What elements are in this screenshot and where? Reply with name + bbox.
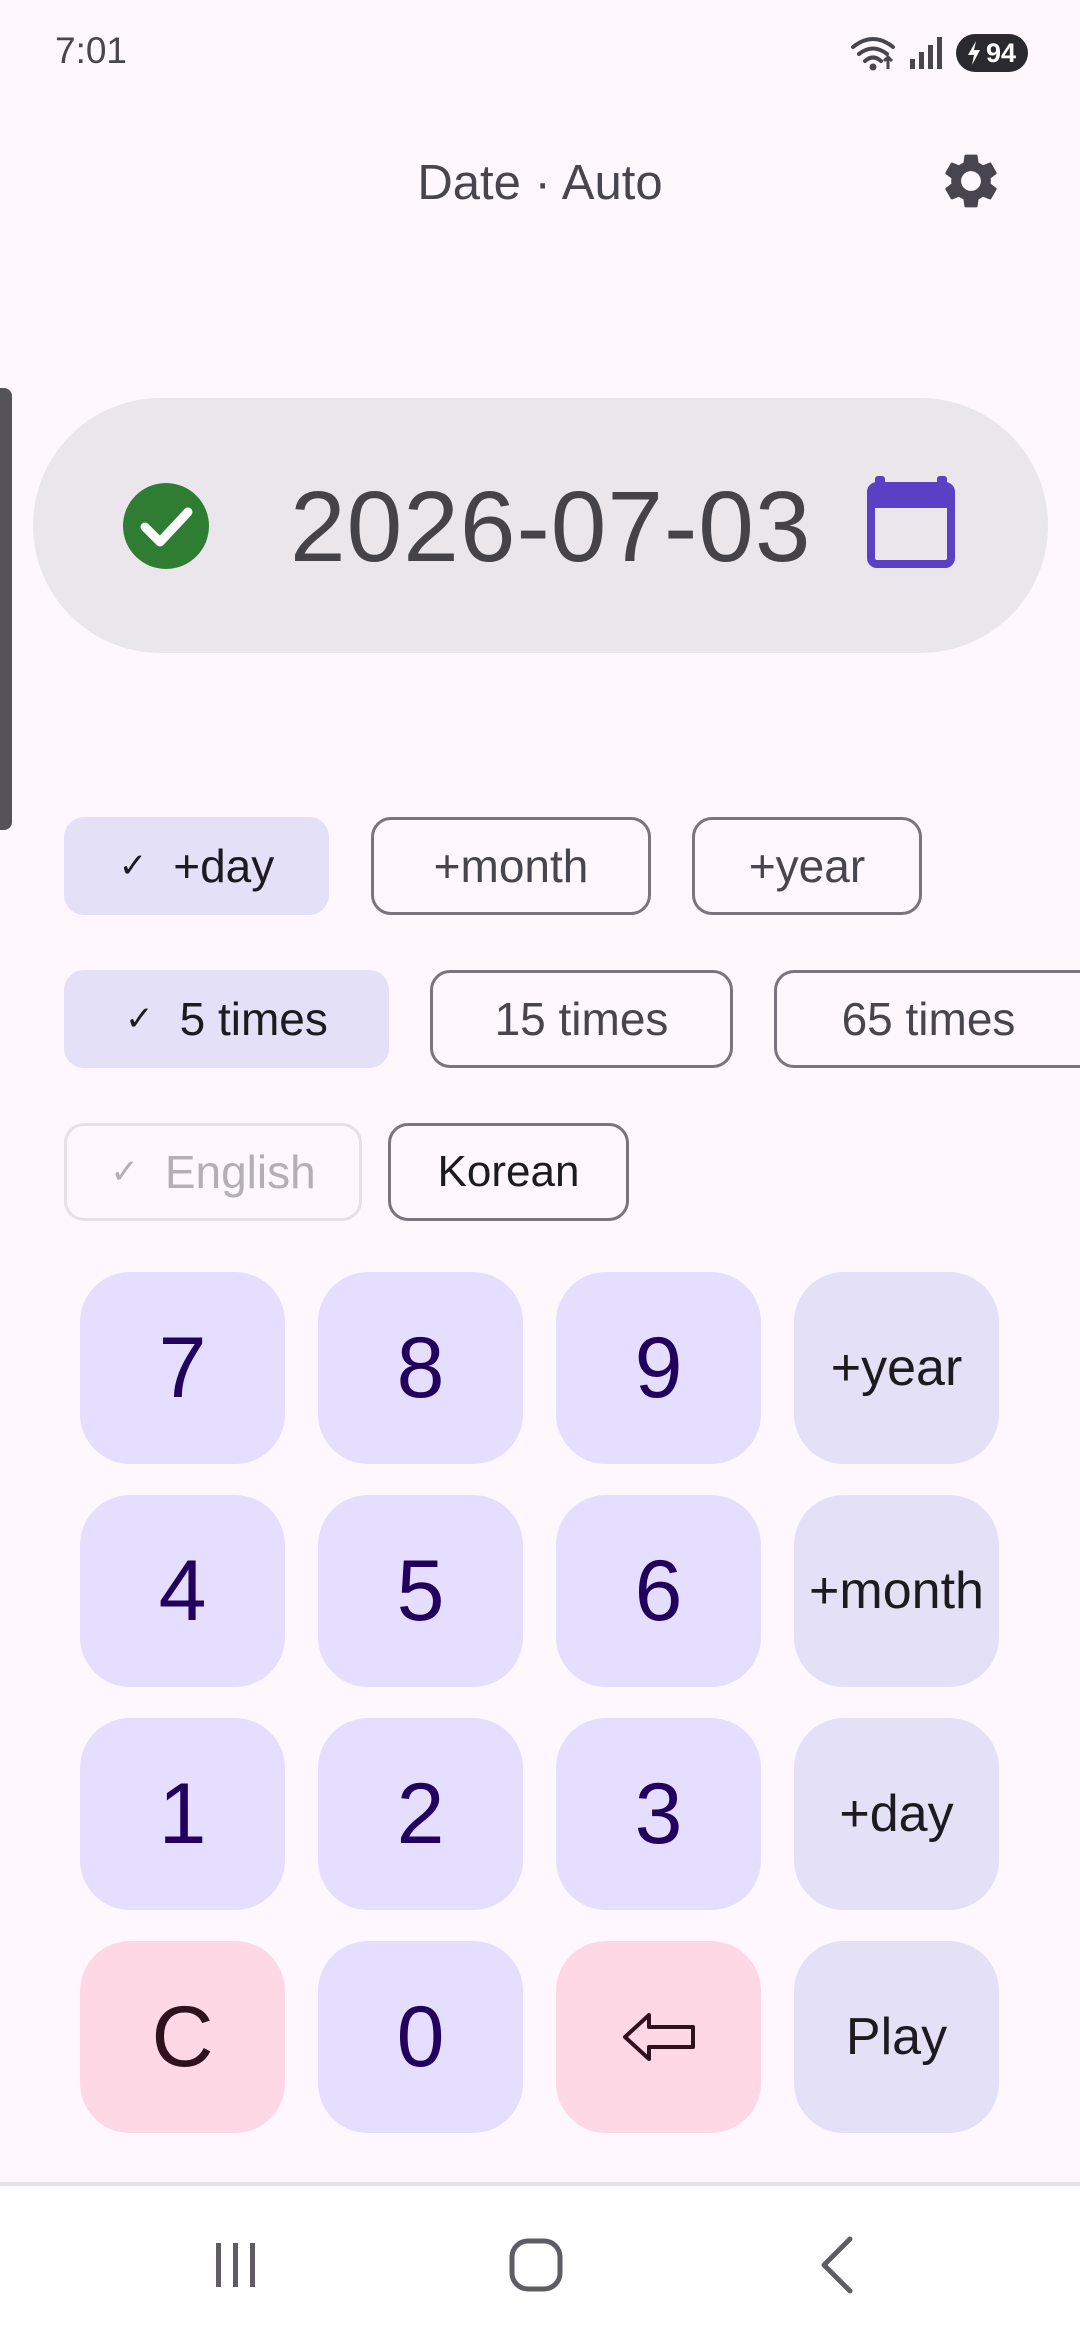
chip-label: 65 times [841,993,1016,1045]
chip-unit-year[interactable]: +year [692,817,922,915]
calendar-icon[interactable] [865,476,957,568]
key-add-year[interactable]: +year [794,1272,999,1464]
chip-language-english[interactable]: ✓ English [64,1123,362,1221]
status-icons: 94 [850,34,1028,72]
home-button[interactable] [491,2230,581,2300]
home-icon [509,2238,563,2292]
key-4[interactable]: 4 [80,1495,285,1687]
key-add-day[interactable]: +day [794,1718,999,1910]
key-clear[interactable]: C [80,1941,285,2133]
check-circle-icon [123,483,209,569]
chip-label: 15 times [494,993,669,1045]
battery-indicator: 94 [955,34,1028,72]
key-7[interactable]: 7 [80,1272,285,1464]
key-0[interactable]: 0 [318,1941,523,2133]
wifi-icon [850,37,895,71]
recent-apps-icon [216,2243,255,2287]
battery-level: 94 [985,37,1016,68]
key-5[interactable]: 5 [318,1495,523,1687]
chip-label: 5 times [179,993,328,1045]
key-8[interactable]: 8 [318,1272,523,1464]
check-icon: ✓ [125,1000,154,1038]
recent-apps-button[interactable] [191,2230,281,2300]
gear-icon [945,154,997,208]
edge-panel-handle[interactable] [0,388,12,830]
chip-language-korean[interactable]: Korean [388,1123,629,1221]
key-2[interactable]: 2 [318,1718,523,1910]
chip-times-15[interactable]: 15 times [430,970,733,1068]
backspace-arrow-icon [622,2013,695,2061]
chip-label: +month [433,840,589,892]
key-3[interactable]: 3 [556,1718,761,1910]
chip-unit-month[interactable]: +month [371,817,651,915]
back-icon [821,2236,853,2294]
settings-button[interactable] [935,145,1007,217]
chip-unit-day[interactable]: ✓ +day [64,817,329,915]
signal-icon [909,37,942,69]
status-time: 7:01 [55,30,128,71]
check-icon: ✓ [110,1153,139,1191]
key-9[interactable]: 9 [556,1272,761,1464]
chip-times-5[interactable]: ✓ 5 times [64,970,389,1068]
date-value: 2026-07-03 [290,471,812,583]
key-6[interactable]: 6 [556,1495,761,1687]
battery-charging-icon [967,41,980,65]
chip-label: +day [173,840,275,892]
chip-times-65[interactable]: 65 times [774,970,1080,1068]
chip-label: +year [748,840,866,892]
key-1[interactable]: 1 [80,1718,285,1910]
key-play[interactable]: Play [794,1941,999,2133]
chip-label: English [164,1146,316,1198]
key-add-month[interactable]: +month [794,1495,999,1687]
page-title: Date · Auto [417,156,663,210]
chip-label: Korean [437,1147,580,1196]
back-button[interactable] [795,2230,885,2300]
key-backspace[interactable] [556,1941,761,2133]
check-icon: ✓ [118,847,148,885]
